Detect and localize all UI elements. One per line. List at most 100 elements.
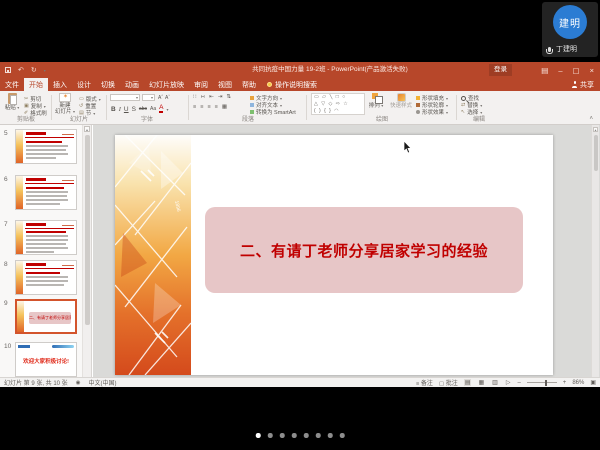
zoom-out-button[interactable]: – — [517, 380, 520, 386]
slideshow-button[interactable]: ▷ — [505, 379, 512, 386]
align-left-icon[interactable]: ≡ — [193, 104, 196, 110]
font-color-button[interactable]: A — [159, 105, 163, 113]
thumbnail-image[interactable] — [15, 260, 77, 295]
font-name-select[interactable]: ▾ — [110, 94, 140, 101]
align-center-icon[interactable]: ≡ — [200, 104, 203, 110]
pagination-dot[interactable] — [280, 433, 285, 438]
customize-qat-caret-icon[interactable]: ▾ — [44, 68, 46, 73]
thumbnail-text-line — [26, 203, 60, 205]
shape-fill-icon — [416, 96, 420, 100]
quick-styles-icon — [397, 93, 406, 102]
tab-slideshow[interactable]: 幻灯片放映 — [144, 78, 189, 91]
strikethrough-button[interactable]: abc — [139, 106, 147, 112]
bullets-icon[interactable]: ∷ — [193, 94, 197, 100]
participant-tile[interactable]: 建明 丁建明 — [542, 2, 598, 57]
columns-icon[interactable]: ▦ — [222, 104, 227, 110]
slide-sorter-view-button[interactable]: ▦ — [477, 379, 485, 386]
pagination-dot[interactable] — [268, 433, 273, 438]
font-size-select[interactable]: ▾ — [142, 94, 155, 101]
microphone-icon — [548, 47, 551, 52]
thumbnail-scrollbar[interactable]: ▴ — [82, 125, 91, 377]
pagination-dot[interactable] — [256, 433, 261, 438]
save-icon[interactable] — [5, 67, 11, 73]
pagination-dot[interactable] — [328, 433, 333, 438]
slide-canvas[interactable]: 1896 二、有请丁老师分享居家学习的经验 ▴ — [93, 125, 600, 377]
comments-button[interactable]: ▢ 批注 — [439, 378, 458, 387]
arrange-icon — [372, 93, 381, 102]
tab-help[interactable]: 帮助 — [237, 78, 261, 91]
tab-file[interactable]: 文件 — [0, 78, 24, 91]
group-label-editing: 编辑 — [458, 114, 500, 123]
thumbnail-image[interactable]: 二、有请丁老师分享居家学习的经验 — [15, 299, 77, 334]
quick-styles-button[interactable]: 快速样式 — [388, 93, 414, 109]
pagination-dot[interactable] — [340, 433, 345, 438]
scroll-up-icon[interactable]: ▴ — [84, 126, 90, 132]
bold-button[interactable]: B — [111, 106, 116, 113]
current-slide[interactable]: 1896 二、有请丁老师分享居家学习的经验 — [115, 135, 553, 375]
tab-design[interactable]: 设计 — [72, 78, 96, 91]
line-spacing-icon[interactable]: ⇅ — [226, 94, 231, 100]
status-bar: 幻灯片 第 9 张, 共 10 张 ◉ 中文(中国) ≡ 备注 ▢ 批注 ▤ ▦… — [0, 377, 600, 387]
redo-icon[interactable]: ↻ — [31, 66, 37, 74]
fit-slide-button[interactable]: ▣ — [590, 379, 596, 386]
scroll-up-icon[interactable]: ▴ — [593, 127, 598, 132]
thumbnail-image[interactable] — [15, 220, 77, 255]
tab-insert[interactable]: 插入 — [48, 78, 72, 91]
pagination-dot[interactable] — [304, 433, 309, 438]
scrollbar-thumb[interactable] — [85, 135, 90, 325]
indent-increase-icon[interactable]: ⇥ — [218, 94, 223, 100]
zoom-slider[interactable] — [527, 382, 557, 383]
zoom-in-button[interactable]: + — [563, 380, 567, 386]
tab-animations[interactable]: 动画 — [120, 78, 144, 91]
lightbulb-icon — [267, 82, 272, 87]
italic-button[interactable]: I — [119, 106, 121, 113]
new-slide-button[interactable]: 新建 幻灯片 ▾ — [54, 93, 76, 115]
numbering-icon[interactable]: ∺ — [201, 94, 206, 100]
paste-button[interactable]: 粘贴 ▾ — [2, 93, 22, 111]
shapes-gallery[interactable]: ▭ ▱ ╲ □ ○ △ ▽ ◇ ⇨ ☆ ( ) { } ◠ — [311, 93, 365, 115]
thumbnail-image[interactable] — [15, 129, 77, 164]
thumbnail-image[interactable]: 欢迎大家积极讨论! — [15, 342, 77, 377]
tab-review[interactable]: 审阅 — [189, 78, 213, 91]
close-icon[interactable]: × — [590, 66, 594, 75]
tab-view[interactable]: 视图 — [213, 78, 237, 91]
scrollbar-thumb[interactable] — [594, 135, 598, 171]
tab-transitions[interactable]: 切换 — [96, 78, 120, 91]
tell-me-search[interactable]: 操作说明搜索 — [261, 78, 323, 91]
ribbon-display-options-icon[interactable]: ▤ — [541, 66, 548, 75]
tab-home[interactable]: 开始 — [24, 78, 48, 91]
canvas-scrollbar[interactable]: ▴ — [591, 125, 599, 377]
indent-decrease-icon[interactable]: ⇤ — [209, 94, 214, 100]
group-drawing: ▭ ▱ ╲ □ ○ △ ▽ ◇ ⇨ ☆ ( ) { } ◠ 排列 ▾ 快速样式 … — [308, 91, 456, 124]
slide-decoration-image[interactable]: 1896 — [115, 135, 191, 375]
underline-button[interactable]: U — [124, 106, 129, 113]
font-style-buttons: B I U S abc Aa A ▾ — [111, 105, 168, 113]
thumbnail-text-line — [26, 187, 64, 189]
group-font: ▾ ▾ Aˆ Aˇ B I U S abc Aa A ▾ 字体 — [108, 91, 186, 124]
slide-number: 7 — [4, 221, 8, 228]
undo-icon[interactable]: ↶ — [18, 66, 24, 74]
shadow-button[interactable]: S — [132, 106, 136, 113]
slide-title-box[interactable]: 二、有请丁老师分享居家学习的经验 — [205, 207, 523, 293]
align-right-icon[interactable]: ≡ — [207, 104, 210, 110]
zoom-slider-thumb[interactable] — [545, 380, 547, 386]
normal-view-button[interactable]: ▤ — [464, 379, 472, 386]
notes-button[interactable]: ≡ 备注 — [416, 378, 433, 387]
collapse-ribbon-icon[interactable]: ˄ — [589, 116, 593, 122]
thumbnail-image[interactable] — [15, 175, 77, 210]
maximize-icon[interactable]: ▢ — [573, 66, 580, 75]
zoom-level[interactable]: 86% — [572, 380, 584, 386]
pagination-dot[interactable] — [292, 433, 297, 438]
minimize-icon[interactable]: – — [558, 66, 562, 75]
font-size-buttons[interactable]: Aˆ Aˇ — [158, 95, 170, 101]
language-label[interactable]: 中文(中国) — [89, 378, 117, 387]
arrange-button[interactable]: 排列 ▾ — [366, 93, 386, 109]
reading-view-button[interactable]: ▥ — [491, 379, 499, 386]
justify-icon[interactable]: ≡ — [215, 104, 218, 110]
share-button[interactable]: 共享 — [572, 78, 594, 91]
sign-in-button[interactable]: 登录 — [489, 64, 512, 76]
pagination-dot[interactable] — [316, 433, 321, 438]
accessibility-icon[interactable]: ◉ — [76, 380, 81, 386]
change-case-button[interactable]: Aa — [150, 106, 156, 112]
thumbnail-logo-mark — [62, 132, 74, 135]
